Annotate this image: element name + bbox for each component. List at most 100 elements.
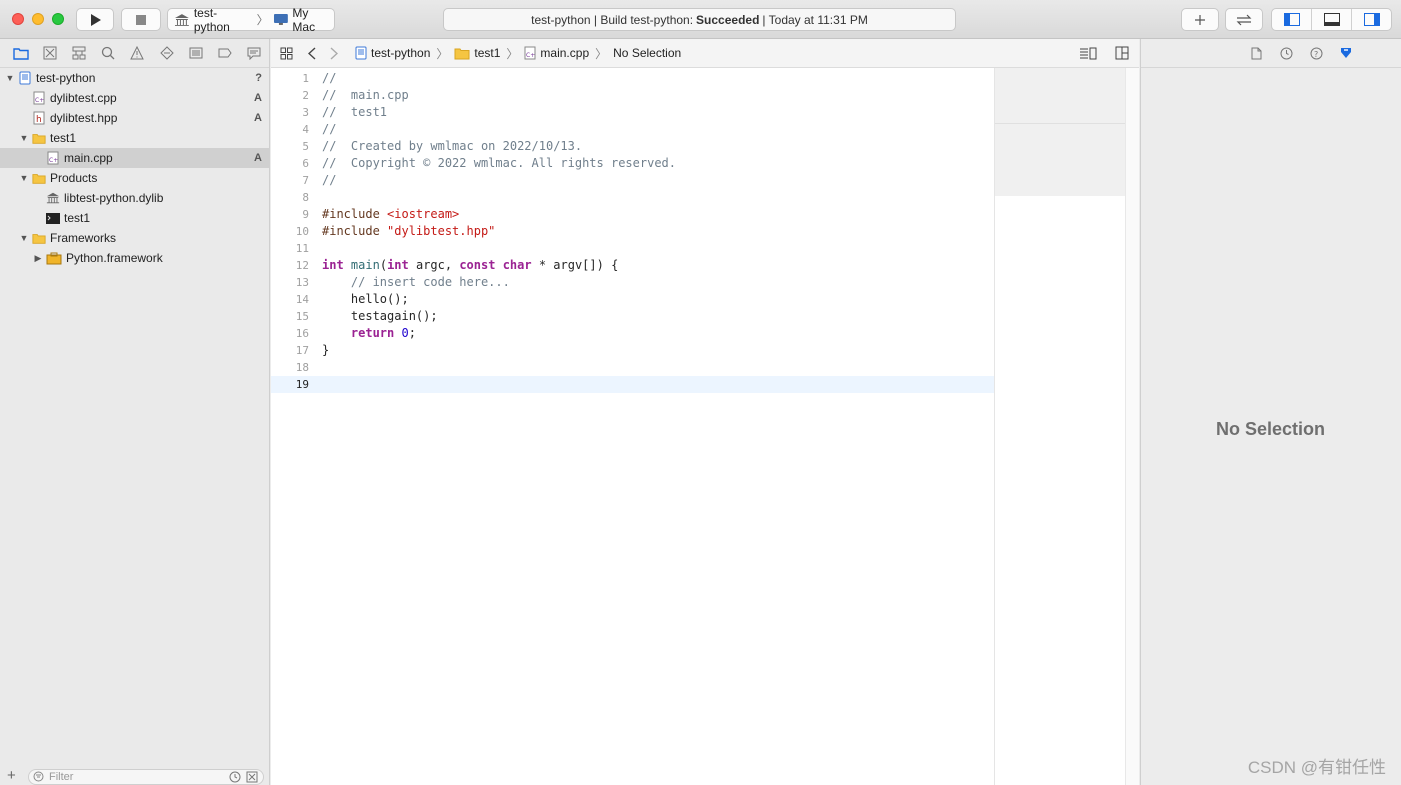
source-control-filter-icon[interactable] (246, 771, 258, 783)
tree-row-file[interactable]: test1 (0, 208, 270, 228)
source-editor[interactable]: 1 // 2 // main.cpp 3 // test1 4 // 5 // Created b… (271, 68, 994, 785)
tab-attributes-inspector[interactable] (1335, 42, 1357, 64)
code-line[interactable]: 16 return 0; (271, 325, 994, 342)
minimap[interactable] (994, 68, 1126, 785)
tab-breakpoint-navigator[interactable] (211, 39, 240, 67)
disclosure-open-icon[interactable]: ▼ (4, 73, 16, 83)
code-line[interactable]: 1 // (271, 70, 994, 87)
tree-row-file[interactable]: h dylibtest.hpp A (0, 108, 270, 128)
code-line[interactable]: 19 (271, 376, 994, 393)
tree-row-group[interactable]: ▼ Frameworks (0, 228, 270, 248)
breadcrumb-symbol[interactable]: No Selection (613, 46, 681, 60)
svg-text:h: h (36, 115, 42, 125)
code-line[interactable]: 4 // (271, 121, 994, 138)
run-button[interactable] (76, 8, 114, 31)
disclosure-open-icon[interactable]: ▼ (18, 133, 30, 143)
tab-debug-navigator[interactable] (181, 39, 210, 67)
code-line[interactable]: 6 // Copyright © 2022 wmlmac. All rights … (271, 155, 994, 172)
recent-files-icon[interactable] (229, 771, 241, 783)
code-line[interactable]: 14 hello(); (271, 291, 994, 308)
code-text: // Created by wmlmac on 2022/10/13. (322, 139, 583, 153)
tab-history-inspector[interactable] (1275, 42, 1297, 64)
code-line[interactable]: 11 (271, 240, 994, 257)
zoom-window-button[interactable] (52, 13, 64, 25)
code-line[interactable]: 15 testagain(); (271, 308, 994, 325)
breadcrumb-project[interactable]: test-python (355, 46, 430, 60)
minimize-window-button[interactable] (32, 13, 44, 25)
code-line[interactable]: 5 // Created by wmlmac on 2022/10/13. (271, 138, 994, 155)
tab-file-inspector[interactable] (1245, 42, 1267, 64)
toggle-navigator-button[interactable] (1272, 9, 1312, 30)
help-icon: ? (1310, 47, 1322, 59)
tab-quick-help-inspector[interactable]: ? (1305, 42, 1327, 64)
code-text: #include <iostream> (322, 207, 460, 221)
editor-options-button[interactable] (1077, 42, 1099, 64)
tree-row-label: Frameworks (50, 231, 117, 245)
status-badge: A (254, 92, 262, 104)
folder-icon (454, 48, 470, 59)
tree-row-label: test1 (50, 131, 77, 145)
toggle-inspector-button[interactable] (1352, 9, 1391, 30)
split-editor-icon (1115, 46, 1129, 60)
disclosure-open-icon[interactable]: ▼ (18, 233, 30, 243)
close-window-button[interactable] (12, 13, 24, 25)
code-line[interactable]: 2 // main.cpp (271, 87, 994, 104)
code-line[interactable]: 17} (271, 342, 994, 359)
tree-row-file[interactable]: libtest-python.dylib (0, 188, 270, 208)
tree-row-project[interactable]: ▼ test-python ? (0, 68, 270, 88)
tree-row-group[interactable]: ▼ test1 (0, 128, 270, 148)
code-line[interactable]: 7 // (271, 172, 994, 189)
tab-project-navigator[interactable] (6, 39, 35, 67)
line-number: 12 (295, 259, 309, 272)
line-number: 9 (302, 208, 309, 221)
code-line[interactable]: 8 (271, 189, 994, 206)
right-panel-icon (1363, 13, 1380, 26)
filter-icon (33, 771, 44, 782)
code-review-button[interactable] (1225, 8, 1263, 31)
tab-source-control[interactable] (35, 39, 64, 67)
code-text: // (322, 71, 337, 85)
code-line[interactable]: 9 #include <iostream> (271, 206, 994, 223)
navigator-filter-bar: + Filter (0, 767, 270, 785)
library-button[interactable] (1181, 8, 1219, 31)
scheme-selector[interactable]: test-python 〉 My Mac (167, 6, 335, 34)
watermark-text: CSDN @有钳任性 (1247, 758, 1386, 777)
line-number: 5 (302, 140, 309, 153)
tree-row-file[interactable]: C+ dylibtest.cpp A (0, 88, 270, 108)
stop-button[interactable] (121, 8, 161, 31)
breadcrumb-file[interactable]: C+ main.cpp (524, 46, 589, 60)
cpp-file-icon: C+ (32, 91, 46, 105)
tab-find-navigator[interactable] (94, 39, 123, 67)
split-editor-button[interactable] (1111, 42, 1133, 64)
activity-status: test-python | Build test-python: Succeed… (443, 8, 956, 31)
project-icon (355, 46, 367, 60)
forward-button[interactable] (323, 42, 345, 64)
tab-issue-navigator[interactable] (123, 39, 152, 67)
related-items-button[interactable] (275, 42, 297, 64)
library-icon (174, 13, 189, 26)
tree-row-group[interactable]: ▶ Python.framework (0, 248, 270, 268)
breakpoint-icon (218, 48, 232, 58)
disclosure-open-icon[interactable]: ▼ (18, 173, 30, 183)
tab-test-navigator[interactable] (152, 39, 181, 67)
tab-symbol-navigator[interactable] (64, 39, 93, 67)
tree-row-label: test1 (64, 211, 91, 225)
line-number: 3 (302, 106, 309, 119)
code-line[interactable]: 13 // insert code here... (271, 274, 994, 291)
lines-icon (1080, 47, 1097, 59)
back-button[interactable] (301, 42, 323, 64)
code-line[interactable]: 3 // test1 (271, 104, 994, 121)
tree-row-group[interactable]: ▼ Products (0, 168, 270, 188)
tab-report-navigator[interactable] (240, 39, 269, 67)
editor-scrollbar[interactable] (1125, 68, 1139, 785)
code-line[interactable]: 10 #include "dylibtest.hpp" (271, 223, 994, 240)
disclosure-closed-icon[interactable]: ▶ (32, 253, 44, 264)
breadcrumb-group[interactable]: test1 (454, 46, 500, 60)
plus-icon[interactable]: + (7, 767, 16, 784)
tree-row-file-selected[interactable]: C+ main.cpp A (0, 148, 270, 168)
code-line[interactable]: 18 (271, 359, 994, 376)
code-line[interactable]: 12 int main(int argc, const char * argv[]… (271, 257, 994, 274)
toggle-debug-area-button[interactable] (1312, 9, 1352, 30)
minimap-visible-region[interactable] (995, 68, 1126, 196)
warning-icon (130, 46, 145, 60)
